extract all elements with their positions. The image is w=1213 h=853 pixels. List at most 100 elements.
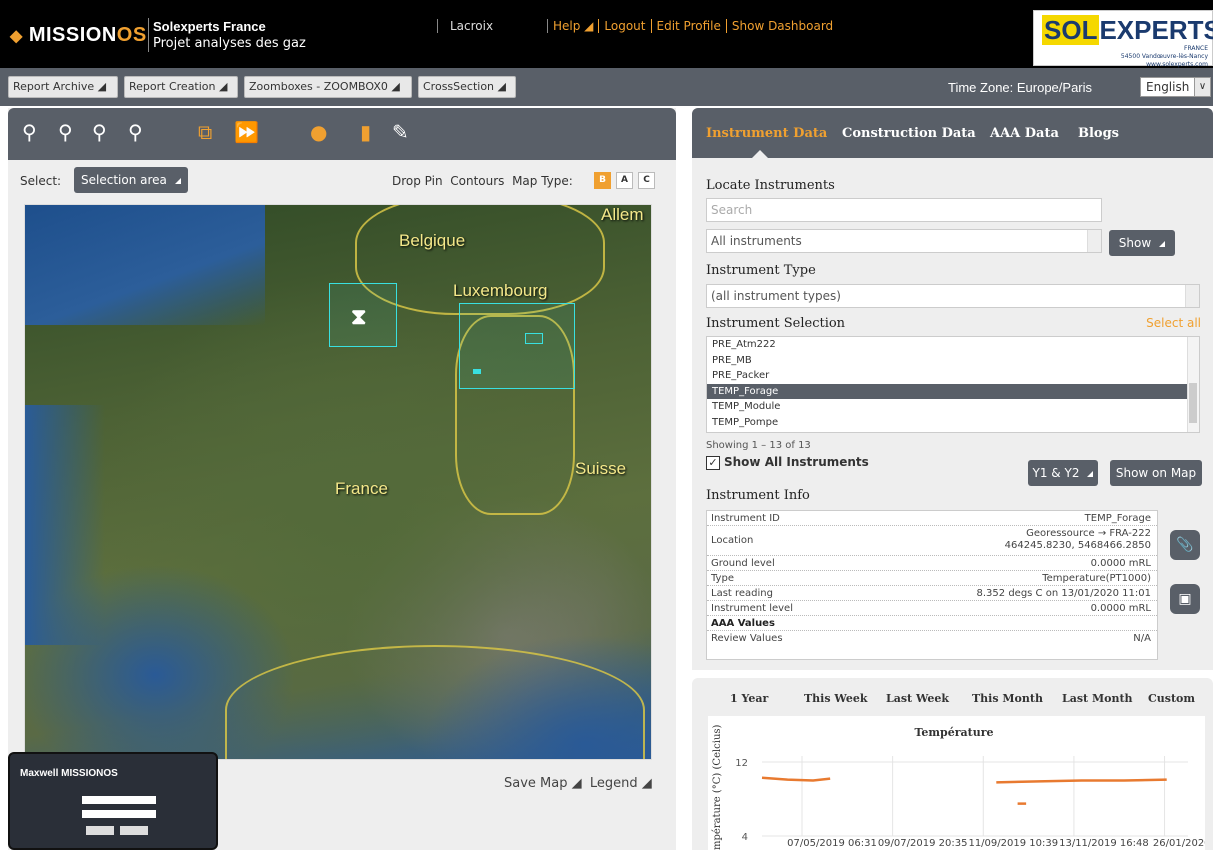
report-creation-button[interactable]: Report Creation ◢ (124, 76, 238, 98)
top-links: Help ◢ Logout Edit Profile Show Dashboard (547, 19, 839, 33)
info-value: TEMP_Forage (1084, 513, 1151, 524)
instrument-filter-select[interactable]: All instruments (706, 229, 1102, 253)
chevron-down-icon: ∨ (1194, 78, 1210, 96)
map-type-a[interactable]: A (616, 172, 633, 189)
forward-icon[interactable]: ⏩ (234, 120, 259, 144)
tab-instrument-data[interactable]: Instrument Data (706, 126, 827, 141)
list-item[interactable]: TEMP_Pompe (707, 415, 1199, 431)
list-scrollbar-thumb[interactable] (1189, 383, 1197, 423)
instrument-marker[interactable] (473, 369, 481, 374)
info-key: Instrument level (711, 603, 793, 614)
list-item[interactable]: PRE_Packer (707, 368, 1199, 384)
info-row: Review Values N/A (707, 631, 1157, 646)
missionos-logo[interactable]: ◆ MISSIONOS (10, 24, 147, 47)
marker-icon[interactable]: ▮ (360, 120, 371, 144)
zoom-in-icon[interactable]: ⚲ (22, 120, 37, 144)
tab-blogs[interactable]: Blogs (1078, 126, 1119, 141)
save-map-label: Save Map (504, 776, 568, 791)
logout-link[interactable]: Logout (598, 19, 651, 33)
show-all-checkbox[interactable]: ✓ (706, 456, 720, 470)
info-value: Georessource → FRA-222 464245.8230, 54684… (1005, 528, 1151, 552)
pin-icon[interactable]: ● (310, 120, 327, 144)
zoom-window-icon[interactable]: ⚲ (128, 120, 143, 144)
language-select[interactable]: English ∨ (1140, 77, 1211, 97)
contours-link[interactable]: Contours (450, 174, 504, 188)
instrument-type-value: (all instrument types) (711, 289, 841, 303)
map-toolbar: ⚲ ⚲ ⚲ ⚲ ⧉ ⏩ ● ▮ ✎ (8, 108, 676, 160)
legend-button[interactable]: Legend ◢ (590, 776, 652, 791)
brand-address: 54500 Vandœuvre-lès-Nancy (1120, 53, 1208, 60)
show-label: Show (1118, 236, 1152, 250)
instrument-info-title: Instrument Info (706, 488, 810, 503)
show-dashboard-link[interactable]: Show Dashboard (725, 19, 839, 33)
tab-aaa-data[interactable]: AAA Data (990, 126, 1059, 141)
show-button[interactable]: Show (1109, 230, 1175, 256)
info-key: Review Values (711, 633, 783, 644)
copy-icon[interactable]: ⧉ (198, 120, 212, 144)
brand-sub: FRANCE 54500 Vandœuvre-lès-Nancy www.solex… (1121, 45, 1208, 69)
range-this-month[interactable]: This Month (972, 692, 1043, 705)
tab-construction-data[interactable]: Construction Data (842, 126, 976, 141)
info-key: Instrument ID (711, 513, 780, 524)
label-belgique: Belgique (399, 231, 466, 250)
camera-icon[interactable]: ▣ (1170, 584, 1200, 614)
zoombox-small[interactable] (525, 333, 543, 344)
save-map-button[interactable]: Save Map ◢ (504, 776, 582, 791)
temperature-chart[interactable]: Température mpérature (°C) (Celcius) 12 4… (708, 716, 1213, 850)
selection-area-dropdown[interactable]: Selection area (74, 167, 188, 193)
y-tick-label: 12 (735, 758, 748, 769)
search-input[interactable]: Search (706, 198, 1102, 222)
search-placeholder: Search (711, 203, 753, 217)
select-label: Select: (20, 174, 62, 188)
y1-y2-button[interactable]: Y1 & Y2 (1028, 460, 1098, 486)
chart-title: Température (914, 726, 993, 739)
instrument-list[interactable]: PRE_Atm222 PRE_MB PRE_Packer TEMP_Forage… (706, 336, 1200, 433)
zoom-extent-icon[interactable]: ⚲ (92, 120, 107, 144)
range-last-week[interactable]: Last Week (886, 692, 949, 705)
instrument-type-select[interactable]: (all instrument types) (706, 284, 1200, 308)
cross-section-button[interactable]: CrossSection ◢ (418, 76, 516, 98)
map-type-c[interactable]: C (638, 172, 655, 189)
x-tick-label: 09/07/2019 20:35 (878, 838, 968, 849)
range-last-month[interactable]: Last Month (1062, 692, 1133, 705)
thumbnail-field (82, 810, 156, 818)
project-name: Projet analyses des gaz (153, 36, 306, 51)
list-item-selected[interactable]: TEMP_Forage (707, 383, 1199, 399)
map-view[interactable]: Belgique Luxembourg Allem Suisse France … (24, 204, 652, 760)
map-type-b[interactable]: B (594, 172, 611, 189)
info-row: Last reading 8.352 degs C on 13/01/2020 1… (707, 586, 1157, 601)
list-item[interactable]: PRE_MB (707, 353, 1199, 369)
pencil-icon[interactable]: ✎ (392, 120, 409, 144)
cross-section-label: CrossSection (423, 80, 495, 93)
drop-pin-link[interactable]: Drop Pin (392, 174, 443, 188)
range-1-year[interactable]: 1 Year (730, 692, 768, 705)
paperclip-icon[interactable]: 📎 (1170, 530, 1200, 560)
show-on-map-button[interactable]: Show on Map (1110, 460, 1202, 486)
x-tick-label: 13/11/2019 16:48 (1059, 838, 1149, 849)
chart-ticks: 12 4 07/05/2019 06:31 09/07/2019 20:35 11/09… (735, 758, 1213, 849)
zoomboxes-label: Zoomboxes - ZOOMBOX0 (249, 80, 388, 93)
chart-svg: Température mpérature (°C) (Celcius) 12 4… (712, 724, 1213, 850)
location-line-1: Georessource → FRA-222 (1026, 528, 1151, 539)
info-row: Instrument ID TEMP_Forage (707, 511, 1157, 526)
info-value: 0.0000 mRL (1090, 603, 1151, 614)
range-custom[interactable]: Custom (1148, 692, 1195, 705)
list-item[interactable]: TEMP_Module (707, 399, 1199, 415)
active-tab-caret (752, 150, 768, 158)
instrument-filter-value: All instruments (711, 234, 802, 248)
zoomboxes-button[interactable]: Zoomboxes - ZOOMBOX0 ◢ (244, 76, 412, 98)
range-this-week[interactable]: This Week (804, 692, 867, 705)
select-all-link[interactable]: Select all (1146, 316, 1201, 330)
solexperts-logo: SOLEXPERTS FRANCE 54500 Vandœuvre-lès-Nan… (1033, 10, 1213, 69)
help-link[interactable]: Help ◢ (547, 19, 599, 33)
zoombox-lorraine[interactable] (459, 303, 575, 389)
edit-profile-link[interactable]: Edit Profile (650, 19, 726, 33)
time-zone: Time Zone: Europe/Paris (948, 80, 1093, 95)
info-row: Instrument level 0.0000 mRL (707, 601, 1157, 616)
report-archive-button[interactable]: Report Archive ◢ (8, 76, 118, 98)
x-tick-label: 11/09/2019 10:39 (968, 838, 1058, 849)
list-item[interactable]: PRE_Atm222 (707, 337, 1199, 353)
zoom-out-icon[interactable]: ⚲ (58, 120, 73, 144)
thumbnail-field (82, 796, 156, 804)
help-label: Help (553, 19, 581, 33)
